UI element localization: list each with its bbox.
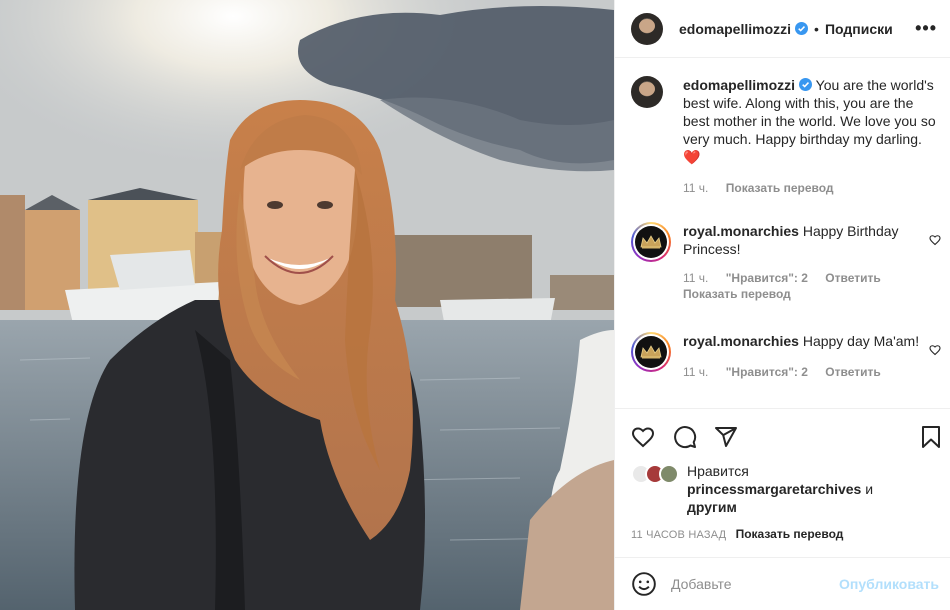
comment-text: Happy day Ma'am! (802, 333, 920, 349)
author-avatar[interactable] (631, 12, 663, 45)
comment-item: royal.monarchies Happy Birthday Princess… (631, 222, 941, 302)
comment-input[interactable]: Добавьте (671, 576, 839, 592)
comment-item: royal.monarchies Happy day Ma'am! 11 ч. … (631, 332, 941, 380)
post-timestamp[interactable]: 11 ЧАСОВ НАЗАД (631, 529, 726, 541)
share-icon[interactable] (714, 425, 738, 449)
comment-time[interactable]: 11 ч. (683, 271, 708, 285)
comment-likes[interactable]: "Нравится": 2 (726, 271, 808, 285)
likes-others-link[interactable]: другим (687, 499, 737, 515)
reply-button[interactable]: Ответить (825, 271, 880, 285)
post-side-panel: edomapellimozzi • Подписки ••• edomapell… (614, 0, 950, 610)
comment-meta: 11 ч. "Нравится": 2 Ответить (683, 364, 941, 380)
comment-icon[interactable] (673, 425, 697, 449)
separator-dot: • (814, 20, 819, 37)
verified-icon (799, 78, 813, 91)
post-translate-link[interactable]: Показать перевод (736, 527, 844, 541)
likes-conj: и (865, 481, 874, 497)
post-header: edomapellimozzi • Подписки ••• (615, 0, 950, 58)
likes-summary: Нравится princessmargaretarchives и друг… (631, 462, 941, 524)
like-icon[interactable] (631, 425, 655, 449)
comment-body: royal.monarchies Happy Birthday Princess… (683, 222, 941, 258)
post-time-row: 11 ЧАСОВ НАЗАД Показать перевод (631, 527, 843, 541)
comment-time[interactable]: 11 ч. (683, 365, 708, 379)
commenter-avatar[interactable] (631, 332, 671, 372)
comment-meta: 11 ч. "Нравится": 2 Ответить Показать пе… (683, 270, 941, 302)
liker-avatars[interactable] (631, 464, 683, 486)
add-comment-bar: Добавьте Опубликовать (615, 557, 950, 610)
comment-likes[interactable]: "Нравится": 2 (726, 365, 808, 379)
likes-prefix: Нравится (687, 463, 749, 479)
caption-avatar[interactable] (631, 76, 663, 108)
following-button[interactable]: Подписки (825, 21, 893, 37)
caption-username[interactable]: edomapellimozzi (683, 77, 795, 93)
caption-translate-link[interactable]: Показать перевод (726, 181, 834, 195)
liker-username[interactable]: princessmargaretarchives (687, 481, 861, 497)
post-photo[interactable] (0, 0, 614, 610)
liker-avatar (659, 464, 679, 484)
crown-icon (640, 345, 662, 359)
comment-body: royal.monarchies Happy day Ma'am! (683, 332, 941, 350)
publish-button[interactable]: Опубликовать (839, 576, 939, 592)
crown-icon (640, 235, 662, 249)
caption: edomapellimozzi You are the world's best… (631, 76, 941, 196)
caption-time[interactable]: 11 ч. (683, 181, 708, 195)
save-icon[interactable] (919, 425, 943, 449)
reply-button[interactable]: Ответить (825, 365, 880, 379)
more-icon[interactable]: ••• (915, 18, 937, 39)
commenter-avatar[interactable] (631, 222, 671, 262)
caption-meta: 11 ч. Показать перевод (683, 180, 941, 196)
action-bar (615, 408, 950, 464)
author-username[interactable]: edomapellimozzi (679, 21, 791, 37)
comments-list[interactable]: edomapellimozzi You are the world's best… (615, 58, 950, 408)
photo-scene (0, 0, 614, 610)
likes-text: Нравится princessmargaretarchives и друг… (687, 462, 941, 516)
comment-username[interactable]: royal.monarchies (683, 333, 799, 349)
comment-translate-link[interactable]: Показать перевод (683, 287, 791, 301)
comment-like-icon[interactable] (929, 234, 941, 246)
comment-like-icon[interactable] (929, 344, 941, 356)
emoji-icon[interactable] (631, 571, 657, 597)
comment-username[interactable]: royal.monarchies (683, 223, 799, 239)
caption-body: edomapellimozzi You are the world's best… (683, 76, 941, 166)
verified-icon (795, 22, 809, 35)
